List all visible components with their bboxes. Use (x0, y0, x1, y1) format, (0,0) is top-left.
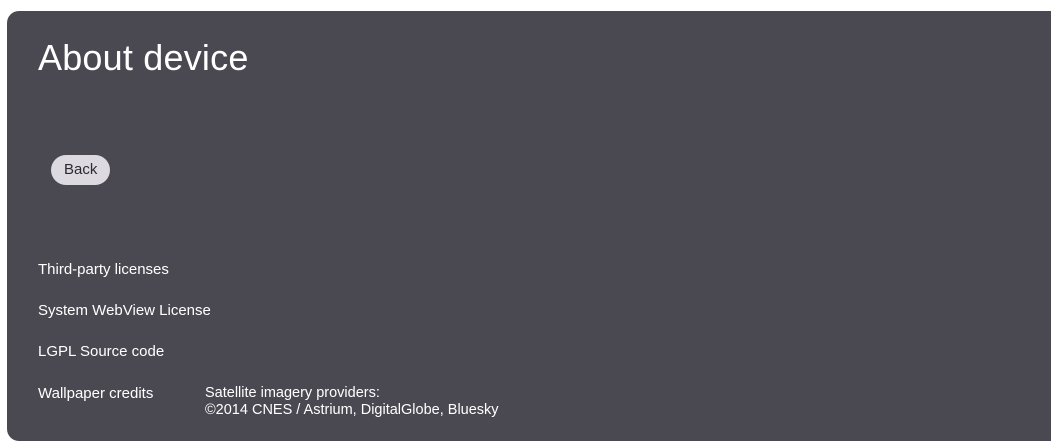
lgpl-source-code-link[interactable]: LGPL Source code (38, 343, 164, 360)
third-party-licenses-link[interactable]: Third-party licenses (38, 261, 169, 278)
credits-line-copyright: ©2014 CNES / Astrium, DigitalGlobe, Blue… (205, 402, 499, 418)
page-title: About device (38, 37, 249, 78)
credits-line-providers: Satellite imagery providers: (205, 385, 380, 401)
wallpaper-credits-text: Satellite imagery providers: ©2014 CNES … (205, 385, 499, 419)
wallpaper-credits-link[interactable]: Wallpaper credits (38, 385, 153, 402)
system-webview-license-link[interactable]: System WebView License (38, 302, 211, 319)
back-button[interactable]: Back (51, 155, 111, 185)
about-device-panel: About device Back Third-party licenses S… (7, 11, 1051, 441)
